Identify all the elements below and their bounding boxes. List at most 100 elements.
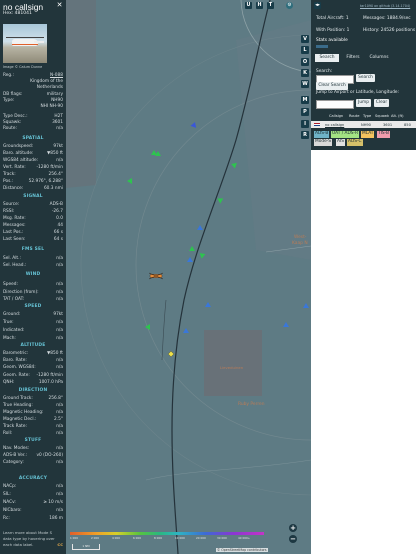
- speed-value: n/a: [56, 328, 63, 333]
- map-graphics: [66, 0, 311, 554]
- direction-value: n/a: [56, 409, 63, 415]
- source-chip[interactable]: ADS-B: [314, 131, 330, 138]
- altitude-gradient: [70, 532, 264, 536]
- signal-value: ADS-B: [49, 202, 63, 207]
- legend-tick: 6 000: [133, 536, 142, 540]
- row-squawk: 3601: [383, 122, 393, 127]
- signal-row: Last Pos.: 66 s: [3, 230, 63, 237]
- source-chip[interactable]: AIS: [336, 139, 345, 146]
- type-full-row: NHI NH-90: [40, 104, 63, 109]
- map-side-button-k[interactable]: K: [301, 69, 309, 77]
- altitude-value: 1007.0 hPa: [38, 379, 63, 385]
- col-squawk[interactable]: Squawk: [375, 114, 389, 118]
- col-alt[interactable]: Alt. (ft): [391, 114, 404, 118]
- signal-row: Last Seen: 64 s: [3, 237, 63, 244]
- map-side-button-v[interactable]: V: [301, 35, 309, 43]
- search-button[interactable]: Search: [356, 74, 375, 82]
- signal-label: RSSI:: [3, 209, 15, 214]
- source-chip[interactable]: MLAT: [361, 131, 375, 138]
- map-button-t[interactable]: T: [267, 2, 274, 9]
- map-side-button-m[interactable]: M: [301, 96, 309, 104]
- footer-line-1: Learn more about Mode S: [3, 530, 52, 535]
- tab-filters[interactable]: Filters: [341, 54, 365, 62]
- source-chip[interactable]: Mode-S: [314, 139, 332, 146]
- tab-search[interactable]: Search: [315, 54, 339, 62]
- map-canvas[interactable]: West- Kaap N Ruby Perren Lieveduinen U H…: [66, 0, 311, 554]
- col-callsign[interactable]: Callsign: [329, 114, 343, 118]
- speed-label: True:: [3, 320, 14, 325]
- stuff-label: Nav. Modes:: [3, 446, 30, 451]
- spatial-value: 256.4°: [48, 172, 63, 177]
- footer-line-3: each data label.: [3, 542, 34, 547]
- accuracy-label: NICbaro:: [3, 508, 22, 514]
- source-chip[interactable]: ADS-C: [347, 139, 363, 146]
- altitude-row: Baro. Rate: n/a: [3, 358, 63, 365]
- section-speed: SPEED: [24, 304, 42, 309]
- col-route[interactable]: Route: [349, 114, 359, 118]
- spatial-value: -1280 ft/min: [36, 165, 63, 170]
- spatial-label: Vert. Rate:: [3, 165, 26, 170]
- stats-link[interactable]: Stats available: [316, 38, 348, 43]
- spatial-label: Track:: [3, 172, 16, 177]
- stuff-label: Category:: [3, 460, 24, 466]
- accuracy-value: n/a: [56, 508, 63, 514]
- clear-search-button[interactable]: Clear Search: [316, 82, 348, 90]
- source-chip[interactable]: TIS-B: [377, 131, 390, 138]
- collapse-arrows-icon[interactable]: ◂▸: [314, 2, 321, 9]
- legend-tick: 2 000: [91, 536, 100, 540]
- map-side-button-w[interactable]: W: [301, 80, 309, 88]
- zoom-out-button[interactable]: −: [289, 535, 297, 543]
- direction-label: Magnetic Heading:: [3, 409, 44, 415]
- tab-columns[interactable]: Columns: [367, 54, 391, 62]
- row-alt: 850: [404, 122, 411, 127]
- reg-link[interactable]: N-088: [50, 73, 63, 78]
- section-wind: WIND: [25, 272, 41, 277]
- stuff-row: ADS-B Ver.: v0 (DO-260): [3, 453, 63, 460]
- wind-label: Speed:: [3, 282, 18, 287]
- direction-row: Track Rate: n/a: [3, 424, 63, 431]
- map-attribution[interactable]: © OpenStreetMap contributors: [216, 548, 268, 552]
- map-side-button-l[interactable]: L: [301, 46, 309, 54]
- altitude-value: -1280 ft/min: [36, 372, 63, 378]
- altitude-value: n/a: [56, 358, 63, 364]
- jump-input[interactable]: [316, 100, 354, 109]
- map-button-u[interactable]: U: [245, 2, 252, 9]
- altitude-legend: 1 000 2 000 4 000 6 000 8 000 10 000 20 000 30 …: [70, 532, 264, 540]
- map-side-button-o[interactable]: O: [301, 58, 309, 66]
- table-row[interactable]: no callsign NH90 3601 850: [311, 121, 416, 128]
- map-label-town-b: Lieveduinen: [220, 365, 244, 370]
- route-row: Route: n/a: [3, 126, 63, 131]
- altitude-label: Barometric:: [3, 351, 29, 356]
- accuracy-row: NICbaro: n/a: [3, 508, 63, 515]
- row-callsign[interactable]: no callsign: [325, 123, 344, 127]
- map-label-town-a: Ruby Perren: [238, 402, 265, 407]
- map-side-button-p[interactable]: P: [301, 108, 309, 116]
- section-direction: DIRECTION: [18, 388, 48, 393]
- spatial-label: Pos.:: [3, 179, 14, 184]
- signal-label: Last Seen:: [3, 237, 26, 242]
- zoom-in-button[interactable]: +: [289, 524, 297, 532]
- source-chip[interactable]: UAT / ADS-R: [331, 131, 360, 138]
- direction-row: Roll: n/a: [3, 431, 63, 438]
- signal-label: Source:: [3, 202, 20, 207]
- signal-label: Messages:: [3, 223, 26, 228]
- speed-row: Ground: 97kt: [3, 312, 63, 319]
- spatial-row: Pos.: 52.976°, 6.288°: [3, 179, 63, 186]
- map-side-button-r[interactable]: R: [301, 131, 309, 139]
- section-accuracy: ACCURACY: [18, 476, 48, 481]
- jump-button[interactable]: Jump: [356, 99, 371, 107]
- spatial-row: WGS84 altitude: n/a: [3, 158, 63, 165]
- direction-label: Roll:: [3, 430, 13, 436]
- map-button-h[interactable]: H: [256, 2, 263, 9]
- spatial-value: 60.3 nmi: [43, 186, 63, 191]
- close-icon[interactable]: ✕: [56, 2, 63, 9]
- settings-gear-icon[interactable]: ⚙: [286, 2, 293, 9]
- col-type[interactable]: Type: [363, 114, 371, 118]
- clear-button[interactable]: Clear: [374, 99, 389, 107]
- altitude-row: QNH: 1007.0 hPa: [3, 380, 63, 387]
- stats-bar: [316, 45, 328, 48]
- version-link[interactable]: tar1090 on github (3.14.1704): [360, 4, 410, 8]
- map-side-button-i[interactable]: I: [301, 120, 309, 128]
- aircraft-photo[interactable]: [3, 24, 47, 63]
- wind-value: n/a: [56, 289, 63, 295]
